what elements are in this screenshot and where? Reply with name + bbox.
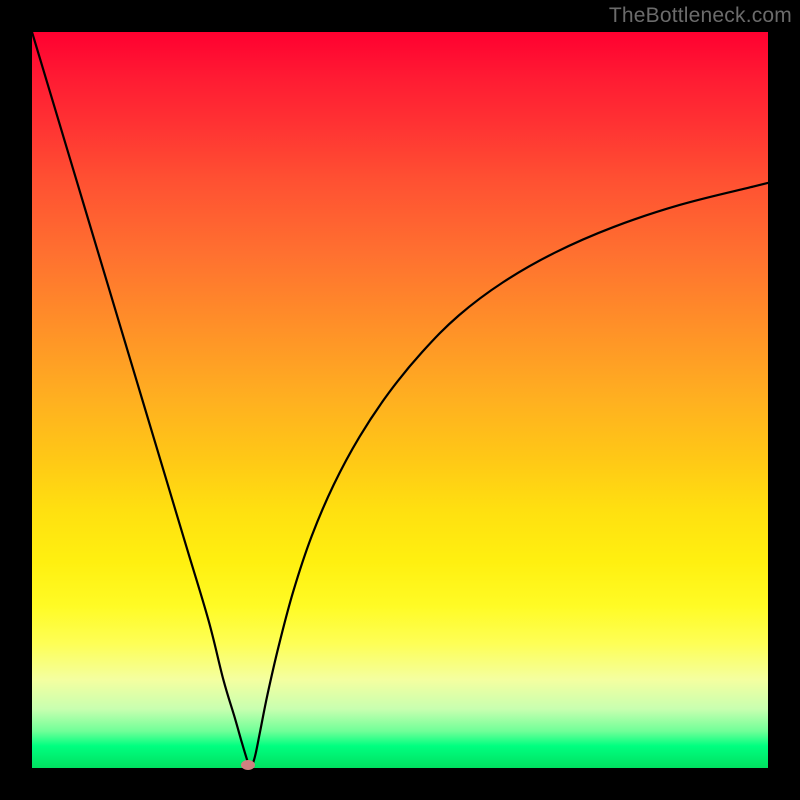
minimum-marker — [241, 760, 255, 770]
curve-layer — [32, 32, 768, 768]
watermark-text: TheBottleneck.com — [609, 4, 792, 28]
chart-container: TheBottleneck.com — [0, 0, 800, 800]
plot-area — [32, 32, 768, 768]
bottleneck-curve — [32, 32, 768, 767]
